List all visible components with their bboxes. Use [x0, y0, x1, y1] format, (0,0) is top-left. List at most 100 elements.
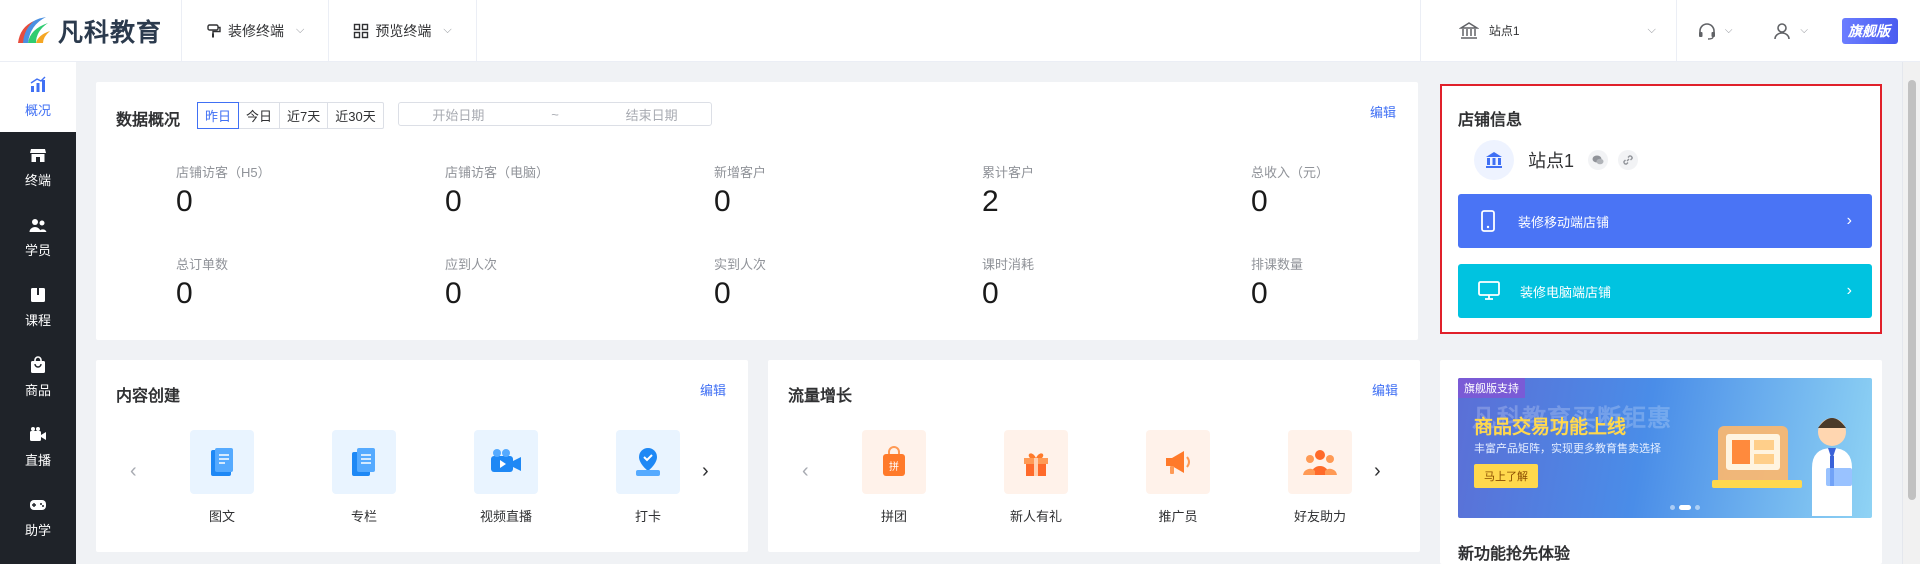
- stat-value: 2: [982, 185, 999, 218]
- feature-label: 好友助力: [1293, 509, 1346, 524]
- traffic-feature-row: ‹ 拼 拼团 新人有礼 推广员 好友助力 ›: [788, 430, 1400, 530]
- carousel-dot-active[interactable]: [1679, 505, 1691, 510]
- promo-banner[interactable]: 旗舰版支持 凡科教育买断钜惠 商品交易功能上线 丰富产品矩阵，实现更多教育售卖选…: [1458, 378, 1872, 518]
- sidebar-item-label: 终端: [24, 172, 51, 188]
- user-menu-button[interactable]: ⌵: [1752, 0, 1828, 61]
- stat-label: 店铺访客（电脑）: [445, 165, 550, 180]
- feature-article[interactable]: 图文: [172, 430, 272, 525]
- preview-terminal-label: 预览终端: [375, 22, 432, 39]
- top-bar: 凡科教育 装修终端 ⌵ 预览终端 ⌵ 站点1 ⌵ ⌵ ⌵ 旗舰版: [0, 0, 1920, 62]
- decorate-terminal-label: 装修终端: [228, 22, 284, 39]
- sidebar-item-courses[interactable]: 课程: [0, 272, 76, 342]
- feature-group-buy[interactable]: 拼 拼团: [844, 430, 944, 525]
- video-icon: [30, 426, 46, 441]
- chevron-right-icon[interactable]: ›: [702, 460, 709, 483]
- sidebar-item-goods[interactable]: 商品: [0, 342, 76, 412]
- feature-label: 推广员: [1158, 509, 1198, 524]
- top-spacer: [477, 0, 1420, 61]
- new-features-title: 新功能抢先体验: [1458, 546, 1571, 563]
- promo-tag: 旗舰版支持: [1458, 378, 1525, 398]
- vip-label: 旗舰版: [1842, 17, 1898, 44]
- preview-terminal-menu[interactable]: 预览终端 ⌵: [329, 0, 477, 61]
- decorate-terminal-menu[interactable]: 装修终端 ⌵: [182, 0, 330, 61]
- sidebar-item-students[interactable]: 学员: [0, 202, 76, 272]
- content-edit-link[interactable]: 编辑: [700, 380, 726, 399]
- sidebar-item-label: 助学: [24, 522, 51, 538]
- date-range-picker[interactable]: 开始日期 ~ 结束日期: [398, 102, 712, 126]
- stat-scheduled-classes: 排课数量 0: [1251, 254, 1303, 311]
- decorate-mobile-label: 装修移动端店铺: [1518, 214, 1610, 230]
- stat-h5-visitors: 店铺访客（H5） 0: [176, 162, 271, 219]
- chevron-right-icon[interactable]: ›: [1374, 460, 1381, 483]
- end-date-input[interactable]: 结束日期: [626, 105, 678, 124]
- stat-label: 累计客户: [982, 165, 1035, 180]
- store-icon: [30, 148, 46, 162]
- wechat-icon[interactable]: [1588, 150, 1609, 170]
- stat-label: 实到人次: [714, 257, 767, 272]
- chevron-down-icon: ⌵: [1647, 24, 1656, 36]
- gift-icon: [1004, 430, 1068, 494]
- overview-edit-link[interactable]: 编辑: [1370, 102, 1396, 121]
- users-icon: [29, 218, 47, 232]
- link-icon[interactable]: [1618, 150, 1639, 170]
- sidebar-item-label: 学员: [24, 242, 51, 258]
- date-range-tabs: 昨日 今日 近7天 近30天: [197, 102, 384, 129]
- content-creation-card: 内容创建 编辑 ‹ 图文 专栏 视频直播 打卡 ›: [96, 360, 748, 552]
- range-tab-today[interactable]: 今日: [239, 103, 281, 128]
- feature-label: 图文: [208, 509, 235, 524]
- stat-total-customers: 累计客户 2: [982, 162, 1034, 219]
- sidebar-item-live[interactable]: 直播: [0, 412, 76, 482]
- feature-friend-assist[interactable]: 好友助力: [1270, 430, 1370, 525]
- scrollbar-thumb[interactable]: [1908, 80, 1916, 500]
- range-tab-7days[interactable]: 近7天: [280, 103, 329, 128]
- range-tab-30days[interactable]: 近30天: [328, 103, 382, 128]
- group-buy-icon: 拼: [862, 430, 926, 494]
- feature-newcomer-gift[interactable]: 新人有礼: [986, 430, 1086, 525]
- page-scrollbar[interactable]: [1902, 62, 1920, 564]
- logo[interactable]: 凡科教育: [0, 0, 182, 61]
- feature-column[interactable]: 专栏: [314, 430, 414, 525]
- chevron-down-icon: ⌵: [1724, 25, 1733, 36]
- sidebar-item-assist[interactable]: 助学: [0, 482, 76, 552]
- stat-label: 总订单数: [176, 257, 229, 272]
- stat-value: 0: [982, 277, 999, 310]
- chevron-left-icon[interactable]: ‹: [130, 460, 137, 483]
- stat-value: 0: [714, 185, 731, 218]
- feature-label: 打卡: [634, 509, 661, 524]
- traffic-growth-title: 流量增长: [788, 388, 853, 405]
- site-selector[interactable]: 站点1 ⌵: [1419, 0, 1677, 61]
- book-icon: [31, 287, 45, 302]
- decorate-pc-store-button[interactable]: 装修电脑端店铺 ›: [1458, 264, 1872, 318]
- feature-promoter[interactable]: 推广员: [1128, 430, 1228, 525]
- promo-cta-button[interactable]: 马上了解: [1474, 464, 1538, 488]
- stat-label: 课时消耗: [982, 257, 1035, 272]
- sidebar: 概况 终端 学员 课程 商品 直播 助学: [0, 62, 76, 564]
- traffic-edit-link[interactable]: 编辑: [1372, 380, 1398, 399]
- chevron-down-icon: ⌵: [296, 24, 305, 36]
- store-avatar: [1474, 140, 1514, 180]
- bank-icon: [1458, 21, 1479, 39]
- sidebar-item-overview[interactable]: 概况: [0, 62, 76, 132]
- site-name: 站点1: [1488, 24, 1520, 38]
- checkin-icon: [616, 430, 680, 494]
- support-button[interactable]: ⌵: [1677, 0, 1753, 61]
- stat-label: 应到人次: [445, 257, 498, 272]
- carousel-dot[interactable]: [1695, 505, 1700, 510]
- start-date-input[interactable]: 开始日期: [432, 105, 484, 124]
- stat-expected-attendance: 应到人次 0: [445, 254, 497, 311]
- feature-label: 视频直播: [479, 509, 532, 524]
- sidebar-item-label: 商品: [24, 382, 51, 398]
- carousel-dot[interactable]: [1670, 505, 1675, 510]
- feature-checkin[interactable]: 打卡: [598, 430, 698, 525]
- chevron-left-icon[interactable]: ‹: [802, 460, 809, 483]
- traffic-growth-card: 流量增长 编辑 ‹ 拼 拼团 新人有礼 推广员 好友助力 ›: [768, 360, 1420, 552]
- feature-video-live[interactable]: 视频直播: [456, 430, 556, 525]
- stat-total-income: 总收入（元） 0: [1251, 162, 1329, 219]
- stat-pc-visitors: 店铺访客（电脑） 0: [445, 162, 549, 219]
- overview-title: 数据概况: [116, 112, 181, 129]
- vip-badge[interactable]: 旗舰版: [1828, 0, 1920, 61]
- range-tab-yesterday[interactable]: 昨日: [197, 102, 240, 129]
- decorate-mobile-store-button[interactable]: 装修移动端店铺 ›: [1458, 194, 1872, 248]
- chevron-right-icon: ›: [1846, 212, 1852, 229]
- sidebar-item-terminal[interactable]: 终端: [0, 132, 76, 202]
